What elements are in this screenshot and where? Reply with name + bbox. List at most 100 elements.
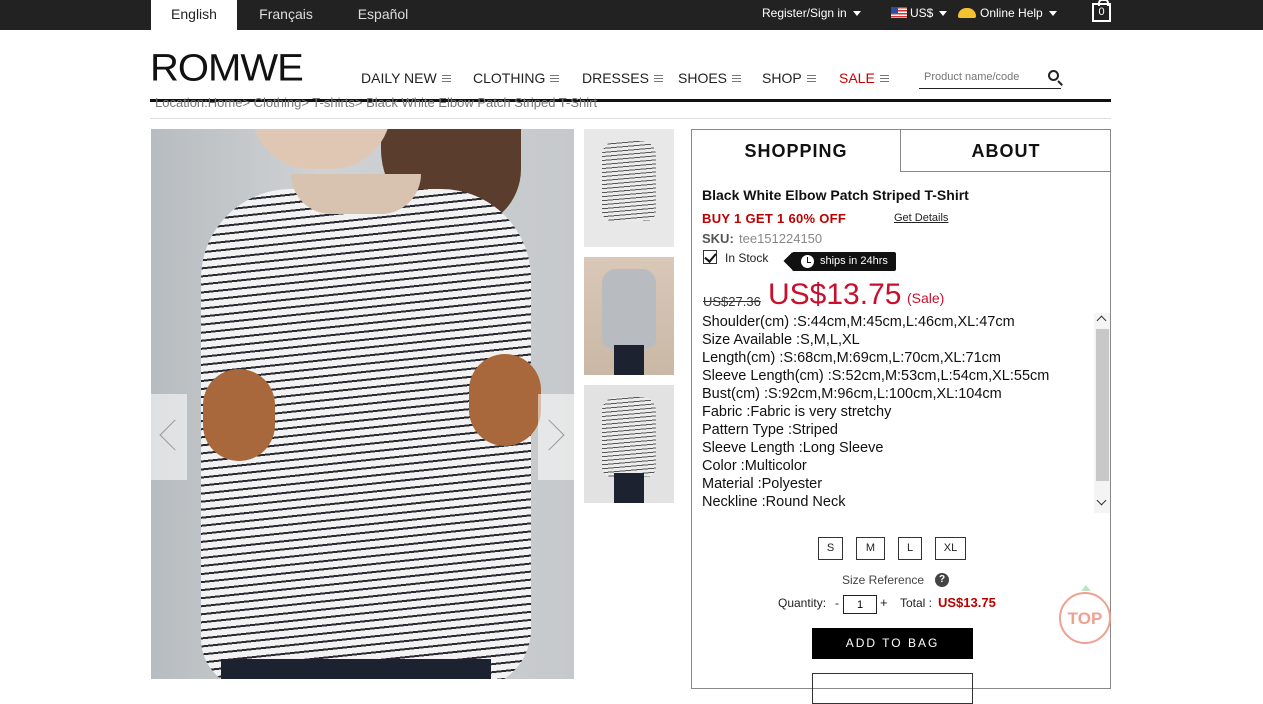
online-help-label: Online Help — [980, 6, 1043, 20]
size-m-button[interactable]: M — [856, 537, 885, 560]
sku-label: SKU: — [702, 231, 734, 246]
model-face — [251, 129, 391, 169]
next-image-button[interactable] — [533, 394, 574, 480]
thumb-jeans — [614, 345, 644, 375]
nav-label: DAILY NEW — [361, 70, 437, 86]
online-help-menu[interactable]: Online Help — [958, 0, 1057, 30]
tab-about[interactable]: ABOUT — [901, 130, 1111, 172]
spec-scrollbar[interactable] — [1094, 313, 1110, 513]
product-title: Black White Elbow Patch Striped T-Shirt — [702, 187, 969, 203]
thumb-shirt — [602, 397, 656, 477]
spec-item: Bust(cm) :S:92cm,M:96cm,L:100cm,XL:104cm — [702, 386, 1002, 402]
spec-item: Neckline :Round Neck — [702, 494, 846, 510]
elbow-patch-right — [469, 354, 541, 446]
currency-menu[interactable]: US$ — [891, 0, 948, 30]
chevron-left-icon — [159, 419, 191, 451]
nav-sale[interactable]: SALE — [839, 70, 889, 88]
spec-item: Length(cm) :S:68cm,M:69cm,L:70cm,XL:71cm — [702, 350, 1001, 366]
currency-label: US$ — [910, 6, 934, 20]
spec-item: Fabric :Fabric is very stretchy — [702, 404, 892, 420]
menu-lines-icon — [732, 75, 742, 82]
scroll-thumb[interactable] — [1096, 329, 1109, 481]
quantity-label: Quantity: — [778, 596, 827, 610]
clock-icon — [801, 255, 814, 268]
quantity-input[interactable] — [843, 595, 877, 614]
question-icon[interactable]: ? — [935, 573, 949, 587]
back-to-top-button[interactable]: TOP — [1059, 585, 1111, 644]
nav-shop[interactable]: SHOP — [762, 70, 816, 88]
model-neck — [291, 174, 421, 214]
menu-lines-icon — [653, 75, 663, 82]
lang-spanish[interactable]: Español — [340, 0, 426, 30]
help-icon — [958, 8, 976, 18]
thumbnail-1[interactable] — [584, 129, 674, 247]
nav-dresses[interactable]: DRESSES — [582, 70, 663, 88]
nav-daily-new[interactable]: DAILY NEW — [361, 70, 451, 88]
lang-french[interactable]: Français — [243, 0, 329, 30]
menu-lines-icon — [879, 75, 889, 82]
thumbnail-2[interactable] — [584, 257, 674, 375]
spec-item: Color :Multicolor — [702, 458, 807, 474]
total-label: Total : — [900, 596, 933, 610]
size-l-button[interactable]: L — [898, 537, 922, 560]
spec-item: Pattern Type :Striped — [702, 422, 838, 438]
top-bar: English Français Español Register/Sign i… — [0, 0, 1263, 30]
menu-lines-icon — [441, 75, 451, 82]
tab-shopping[interactable]: SHOPPING — [692, 130, 901, 172]
search-icon[interactable] — [1048, 70, 1059, 81]
product-info-panel: SHOPPING ABOUT Black White Elbow Patch S… — [691, 129, 1111, 704]
spec-item: Material :Polyester — [702, 476, 823, 492]
sale-label: (Sale) — [907, 290, 945, 306]
quantity-minus-button[interactable]: - — [835, 596, 839, 610]
quantity-plus-button[interactable]: + — [880, 595, 888, 610]
lang-english[interactable]: English — [151, 0, 237, 30]
sale-price: US$13.75 — [768, 278, 902, 311]
prev-image-button[interactable] — [151, 394, 191, 480]
scroll-down-icon[interactable] — [1096, 495, 1107, 506]
thumb-shirt — [602, 269, 656, 349]
spec-item: Size Available :S,M,L,XL — [702, 332, 860, 348]
nav-clothing[interactable]: CLOTHING — [473, 70, 560, 88]
nav-label: SALE — [839, 70, 875, 86]
stock-status: In Stock — [725, 251, 769, 265]
shopping-bag-icon[interactable]: 0 — [1092, 0, 1111, 22]
in-stock-check-icon — [703, 250, 717, 264]
register-signin-label: Register/Sign in — [762, 6, 847, 20]
search-box — [919, 67, 1061, 89]
ships-badge: ships in 24hrs — [792, 252, 896, 271]
model-jeans — [221, 659, 491, 679]
size-xl-button[interactable]: XL — [935, 537, 966, 560]
search-input[interactable] — [924, 69, 1044, 85]
spec-item: Sleeve Length(cm) :S:52cm,M:53cm,L:54cm,… — [702, 368, 1050, 384]
chevron-right-icon — [533, 419, 565, 451]
secondary-action-button[interactable] — [812, 673, 973, 704]
register-signin-menu[interactable]: Register/Sign in — [762, 0, 861, 30]
ships-label: ships in 24hrs — [820, 255, 888, 267]
original-price: US$27.36 — [703, 294, 761, 309]
thumb-jeans — [614, 473, 644, 503]
menu-lines-icon — [806, 75, 816, 82]
us-flag-icon — [891, 7, 907, 18]
elbow-patch-left — [203, 369, 275, 461]
scroll-up-icon[interactable] — [1096, 315, 1107, 326]
chevron-down-icon — [939, 11, 948, 17]
size-s-button[interactable]: S — [818, 537, 843, 560]
spec-list[interactable]: Shoulder(cm) :S:44cm,M:45cm,L:46cm,XL:47… — [702, 313, 1094, 512]
nav-label: CLOTHING — [473, 70, 546, 86]
promo-text: BUY 1 GET 1 60% OFF — [702, 211, 847, 226]
romwe-logo[interactable]: ROMWE — [150, 47, 304, 90]
get-details-link[interactable]: Get Details — [894, 212, 948, 224]
nav-label: SHOES — [678, 70, 728, 86]
spec-item: Shoulder(cm) :S:44cm,M:45cm,L:46cm,XL:47… — [702, 314, 1015, 330]
total-value: US$13.75 — [938, 595, 996, 610]
sku-value: tee151224150 — [739, 231, 823, 246]
thumbnail-3[interactable] — [584, 385, 674, 503]
nav-label: SHOP — [762, 70, 802, 86]
product-main-image[interactable] — [151, 129, 574, 679]
nav-label: DRESSES — [582, 70, 649, 86]
add-to-bag-button[interactable]: ADD TO BAG — [812, 628, 973, 659]
size-reference-link[interactable]: Size Reference — [842, 573, 924, 587]
chevron-down-icon — [852, 11, 861, 17]
thumb-shirt — [602, 141, 656, 221]
nav-shoes[interactable]: SHOES — [678, 70, 742, 88]
